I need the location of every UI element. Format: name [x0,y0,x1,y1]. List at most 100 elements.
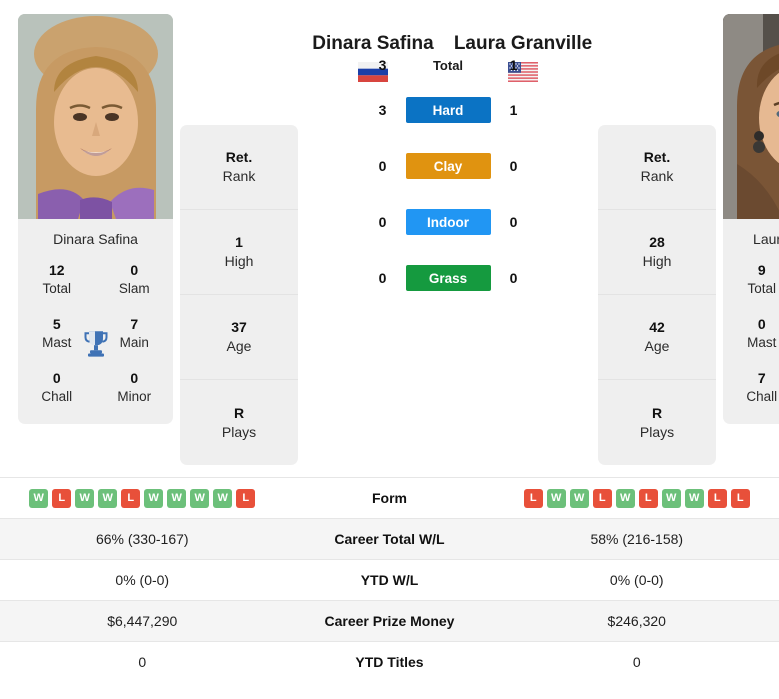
player-comparison-page: Dinara Safina 12 Total 0 Slam 5 Mast 7 M… [0,0,779,682]
value: 9 [757,262,766,278]
surface-badge-clay[interactable]: Clay [405,153,491,179]
comparison-table: WLWWLWWWWL Form LWWLWLWWLL 66% (330-167)… [0,477,779,682]
form-badge-w[interactable]: W [190,488,210,508]
left-title-slam: 0 Slam [96,261,174,298]
right-form-badges: LWWLWLWWLL [495,488,779,508]
value: Ret. [643,149,671,166]
form-badge-w[interactable]: W [29,488,49,508]
right-stat-plays: R Plays [598,380,716,465]
value: 0 [52,370,61,387]
form-badge-l[interactable]: L [121,488,141,508]
left-score: 0 [378,214,387,230]
form-badge-w[interactable]: W [546,488,566,508]
form-badge-l[interactable]: L [730,488,750,508]
surface-badge-hard[interactable]: Hard [405,97,491,123]
right-value: 58% (216-158) [590,531,684,547]
left-score: 0 [378,158,387,174]
surface-breakdown: 3 Total 1 3 Hard 1 0 Clay 0 0 Indoor 0 0… [298,48,598,306]
form-badge-w[interactable]: W [615,488,635,508]
form-badge-w[interactable]: W [213,488,233,508]
right-score: 0 [509,214,518,230]
label: Plays [221,423,257,440]
h2h-row-total: 3 Total 1 [298,48,598,82]
table-row-career-prize-money: $6,447,290 Career Prize Money $246,320 [0,600,779,641]
form-badge-l[interactable]: L [52,488,72,508]
table-row-ytd-titles: 0 YTD Titles 0 [0,641,779,682]
left-form-badges: WLWWLWWWWL [0,488,285,508]
label: High [642,253,672,269]
right-player-name-label: Laura Granville [723,219,779,257]
right-score: 1 [509,102,518,118]
left-player-photo [18,14,173,219]
right-title-chall: 7 Chall [723,369,779,406]
form-badge-l[interactable]: L [707,488,727,508]
left-stat-age: 37 Age [180,295,298,380]
left-value: $6,447,290 [107,613,178,629]
value: 0 [130,370,139,387]
right-value: 0 [632,654,641,670]
label: Rank [640,168,674,184]
value: 0 [130,262,139,278]
left-player-card: Dinara Safina 12 Total 0 Slam 5 Mast 7 M… [18,14,174,425]
row-label-ytd-wl: YTD W/L [360,572,419,588]
left-score: 3 [378,102,387,118]
right-value: 0% (0-0) [609,572,664,588]
label: High [224,253,254,269]
right-title-total: 9 Total [723,261,779,298]
form-badge-l[interactable]: L [592,488,612,508]
surface-label-total: Total [432,57,464,73]
h2h-row-clay: 0 Clay 0 [298,138,598,194]
right-stat-high: 28 High [598,210,716,295]
form-badge-l[interactable]: L [236,488,256,508]
h2h-row-grass: 0 Grass 0 [298,250,598,306]
row-label-career-prize-money: Career Prize Money [324,613,455,629]
right-titles-grid: 9 Total 0 Slam 0 Mast 0 Main 7 Chall [723,257,779,425]
form-badge-w[interactable]: W [167,488,187,508]
form-badge-w[interactable]: W [75,488,95,508]
value: 1 [235,234,243,251]
top-comparison-area: Dinara Safina 12 Total 0 Slam 5 Mast 7 M… [0,0,779,465]
row-label-career-total-wl: Career Total W/L [334,531,445,547]
label: Chall [746,389,778,405]
form-badge-w[interactable]: W [569,488,589,508]
right-title-mast: 0 Mast [723,315,779,352]
right-score: 1 [509,57,518,73]
right-score: 0 [509,158,518,174]
table-row-ytd-wl: 0% (0-0) YTD W/L 0% (0-0) [0,559,779,600]
value: 37 [231,319,247,336]
form-badge-w[interactable]: W [684,488,704,508]
left-stat-high: 1 High [180,210,298,295]
form-badge-w[interactable]: W [661,488,681,508]
label: Chall [41,389,73,405]
row-label-form: Form [372,490,407,506]
h2h-row-indoor: 0 Indoor 0 [298,194,598,250]
left-stat-plays: R Plays [180,380,298,465]
row-label-ytd-titles: YTD Titles [355,654,424,670]
form-badge-w[interactable]: W [144,488,164,508]
left-value: 0% (0-0) [115,572,170,588]
right-stat-rank: Ret. Rank [598,125,716,210]
left-form-cell: WLWWLWWWWL [0,488,285,508]
label: Minor [117,389,152,405]
right-stat-age: 42 Age [598,295,716,380]
right-player-photo [723,14,779,219]
left-stat-panel: Ret. Rank 1 High 37 Age R Plays [180,125,298,465]
form-badge-l[interactable]: L [638,488,658,508]
table-row-form: WLWWLWWWWL Form LWWLWLWWLL [0,477,779,518]
form-badge-w[interactable]: W [98,488,118,508]
value: 7 [757,370,766,387]
right-score: 0 [509,270,518,286]
surface-badge-grass[interactable]: Grass [405,265,491,291]
form-badge-l[interactable]: L [523,488,543,508]
value: Ret. [225,149,253,166]
left-score: 0 [378,270,387,286]
left-titles-grid: 12 Total 0 Slam 5 Mast 7 Main 0 Chall 0 … [18,257,174,425]
surface-badge-indoor[interactable]: Indoor [405,209,491,235]
left-stat-rank: Ret. Rank [180,125,298,210]
right-form-cell: LWWLWLWWLL [495,488,779,508]
left-title-total: 12 Total [18,261,96,298]
table-row-career-total-wl: 66% (330-167) Career Total W/L 58% (216-… [0,518,779,559]
value: 0 [757,316,766,333]
label: Mast [747,335,777,350]
label: Slam [118,280,150,296]
